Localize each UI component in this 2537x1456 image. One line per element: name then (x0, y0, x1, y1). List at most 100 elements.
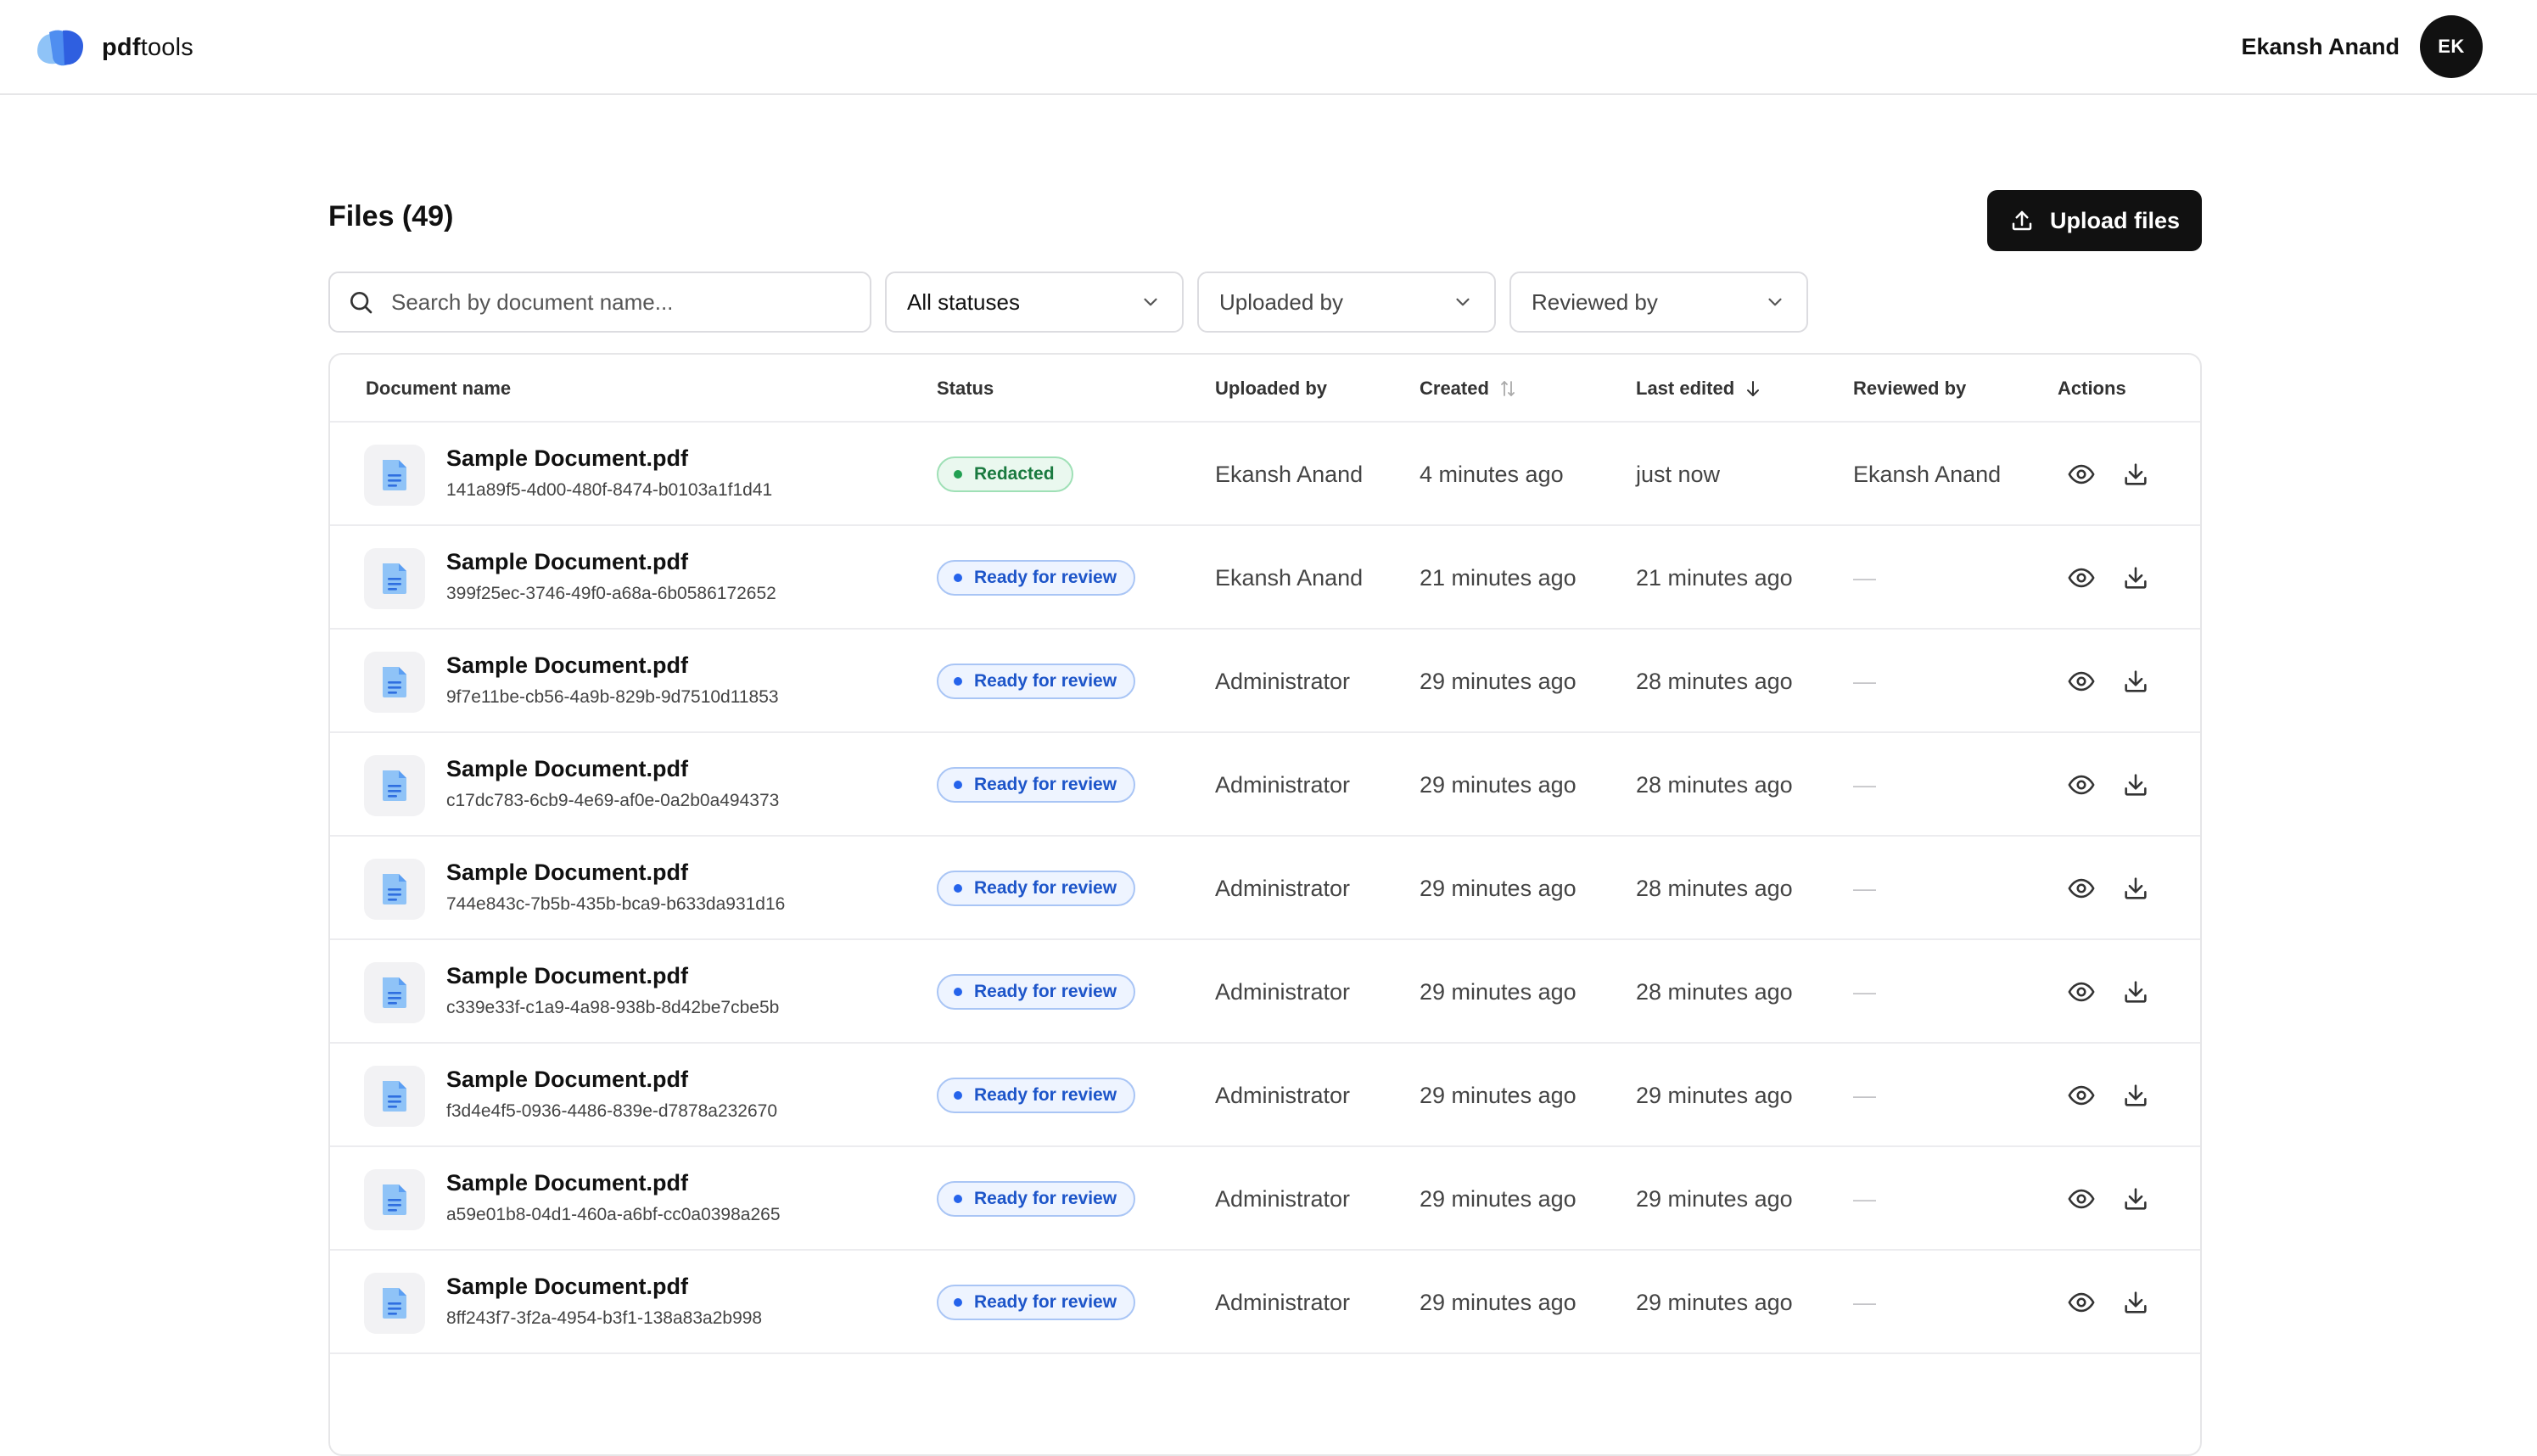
reviewed-by-filter-select[interactable]: Reviewed by (1509, 272, 1808, 333)
file-icon (383, 977, 406, 1008)
table-row[interactable]: Sample Document.pdf c339e33f-c1a9-4a98-9… (330, 940, 2200, 1044)
column-created-label: Created (1420, 378, 1489, 399)
status-label: Redacted (974, 464, 1055, 484)
status-filter-select[interactable]: All statuses (885, 272, 1184, 333)
status-cell: Ready for review (937, 837, 1136, 940)
view-button[interactable] (2064, 664, 2098, 698)
status-dot (954, 677, 962, 686)
view-button[interactable] (2064, 768, 2098, 802)
file-icon (383, 770, 406, 801)
created-cell: 29 minutes ago (1420, 875, 1577, 901)
document-id: 9f7e11be-cb56-4a9b-829b-9d7510d11853 (446, 687, 779, 707)
download-button[interactable] (2119, 664, 2153, 698)
created-cell: 21 minutes ago (1420, 564, 1577, 591)
status-cell: Redacted (937, 423, 1073, 526)
search-input[interactable] (391, 288, 849, 316)
column-document-name: Document name (366, 378, 512, 399)
status-cell: Ready for review (937, 1251, 1136, 1354)
view-button[interactable] (2064, 871, 2098, 905)
uploaded-by-filter-select[interactable]: Uploaded by (1197, 272, 1496, 333)
created-cell: 29 minutes ago (1420, 1185, 1577, 1212)
status-badge: Ready for review (937, 1181, 1136, 1217)
last-edited-cell: 28 minutes ago (1636, 668, 1793, 694)
user-name: Ekansh Anand (2241, 33, 2400, 59)
download-button[interactable] (2119, 871, 2153, 905)
status-badge: Ready for review (937, 560, 1136, 596)
avatar[interactable]: EK (2420, 15, 2483, 78)
reviewed-by-cell: — (1853, 668, 1876, 694)
view-button[interactable] (2064, 1078, 2098, 1112)
pdftools-logo-icon (37, 30, 83, 66)
last-edited-cell: 28 minutes ago (1636, 875, 1793, 901)
download-button[interactable] (2119, 457, 2153, 491)
document-name[interactable]: Sample Document.pdf (446, 756, 688, 782)
table-row[interactable]: Sample Document.pdf c17dc783-6cb9-4e69-a… (330, 733, 2200, 837)
reviewed-by-filter-value: Reviewed by (1532, 288, 1658, 315)
table-row[interactable]: Sample Document.pdf a59e01b8-04d1-460a-a… (330, 1147, 2200, 1251)
upload-files-button[interactable]: Upload files (1987, 190, 2202, 251)
uploaded-by-cell: Ekansh Anand (1215, 461, 1364, 487)
download-button[interactable] (2119, 561, 2153, 595)
table-row[interactable]: Sample Document.pdf 8ff243f7-3f2a-4954-b… (330, 1251, 2200, 1354)
eye-icon (2068, 1189, 2095, 1209)
column-actions: Actions (2058, 378, 2126, 399)
status-label: Ready for review (974, 775, 1117, 794)
uploaded-by-cell: Administrator (1215, 1185, 1351, 1212)
status-dot (954, 574, 962, 582)
user-menu[interactable]: Ekansh Anand EK (2241, 15, 2483, 78)
status-label: Ready for review (974, 671, 1117, 691)
reviewed-by-cell: — (1853, 1185, 1876, 1212)
status-dot (954, 1091, 962, 1100)
download-button[interactable] (2119, 1285, 2153, 1319)
view-button[interactable] (2064, 1285, 2098, 1319)
table-row[interactable]: Sample Document.pdf 9f7e11be-cb56-4a9b-8… (330, 630, 2200, 733)
file-icon (383, 563, 406, 594)
view-button[interactable] (2064, 457, 2098, 491)
view-button[interactable] (2064, 1182, 2098, 1216)
download-icon (2125, 1084, 2147, 1106)
document-id: 399f25ec-3746-49f0-a68a-6b0586172652 (446, 584, 776, 603)
file-icon (383, 1288, 406, 1319)
document-name[interactable]: Sample Document.pdf (446, 860, 688, 886)
status-dot (954, 1195, 962, 1203)
document-name[interactable]: Sample Document.pdf (446, 1067, 688, 1093)
document-file-icon (364, 755, 425, 816)
table-row[interactable]: Sample Document.pdf f3d4e4f5-0936-4486-8… (330, 1044, 2200, 1147)
file-icon (383, 667, 406, 697)
document-name[interactable]: Sample Document.pdf (446, 652, 688, 679)
document-name[interactable]: Sample Document.pdf (446, 1170, 688, 1196)
view-button[interactable] (2064, 975, 2098, 1009)
created-cell: 29 minutes ago (1420, 1289, 1577, 1315)
download-button[interactable] (2119, 1182, 2153, 1216)
download-button[interactable] (2119, 1078, 2153, 1112)
sort-descending-icon[interactable] (1743, 378, 1763, 399)
document-name[interactable]: Sample Document.pdf (446, 1274, 688, 1300)
table-row[interactable]: Sample Document.pdf 141a89f5-4d00-480f-8… (330, 423, 2200, 526)
files-table: Document name Status Uploaded by Created… (328, 353, 2202, 1456)
column-reviewed-by: Reviewed by (1853, 378, 1967, 399)
column-last-edited[interactable]: Last edited (1636, 355, 1763, 423)
document-name[interactable]: Sample Document.pdf (446, 445, 688, 472)
column-created[interactable]: Created (1420, 355, 1518, 423)
created-cell: 29 minutes ago (1420, 668, 1577, 694)
download-icon (2125, 1291, 2147, 1313)
status-label: Ready for review (974, 1292, 1117, 1312)
eye-icon (2068, 982, 2095, 1002)
download-button[interactable] (2119, 975, 2153, 1009)
document-name[interactable]: Sample Document.pdf (446, 549, 688, 575)
search-box[interactable] (328, 272, 871, 333)
status-badge: Ready for review (937, 871, 1136, 906)
reviewed-by-cell: — (1853, 1082, 1876, 1108)
uploaded-by-cell: Administrator (1215, 978, 1351, 1005)
download-icon (2125, 981, 2147, 1003)
file-icon (383, 460, 406, 490)
last-edited-cell: 21 minutes ago (1636, 564, 1793, 591)
document-name[interactable]: Sample Document.pdf (446, 963, 688, 989)
brand-logo[interactable]: pdftools (34, 24, 193, 71)
download-button[interactable] (2119, 768, 2153, 802)
table-row[interactable]: Sample Document.pdf 744e843c-7b5b-435b-b… (330, 837, 2200, 940)
table-row[interactable]: Sample Document.pdf 399f25ec-3746-49f0-a… (330, 526, 2200, 630)
sort-both-icon[interactable] (1498, 378, 1518, 399)
status-badge: Ready for review (937, 767, 1136, 803)
view-button[interactable] (2064, 561, 2098, 595)
